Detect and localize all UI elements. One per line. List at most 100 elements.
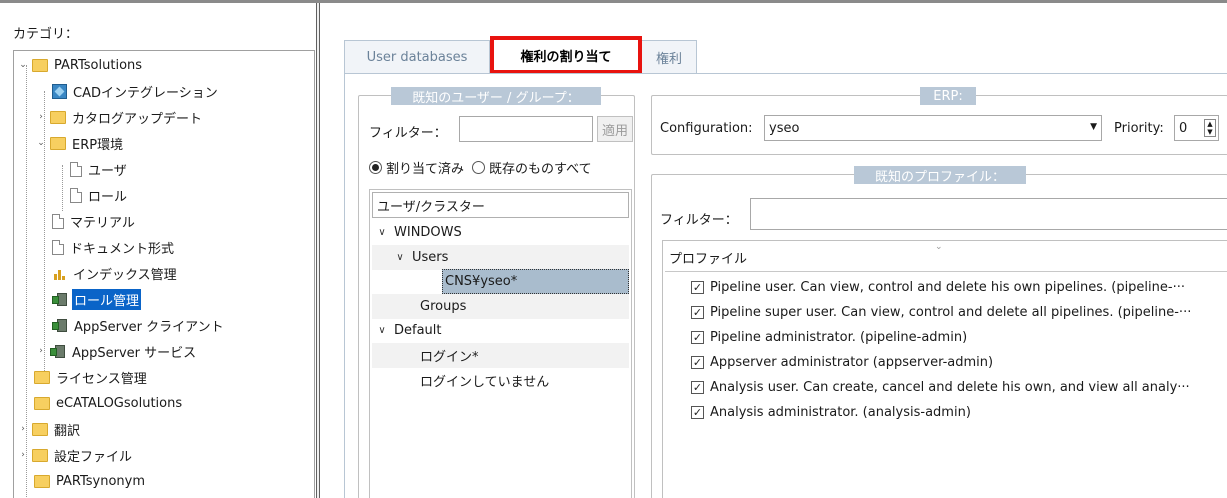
radio-unselected-icon xyxy=(472,161,486,174)
chevron-down-icon[interactable]: ∨ xyxy=(394,252,406,263)
profile-row[interactable]: ✓ Pipeline super user. Can view, control… xyxy=(691,300,1191,324)
tree-item-role[interactable]: ロール xyxy=(70,182,129,208)
group-title: 既知のプロファイル： xyxy=(854,166,1026,185)
tree-item-appserver-service[interactable]: › AppServer サービス xyxy=(36,338,198,364)
tree-item-catalog-update[interactable]: › カタログアップデート xyxy=(36,104,204,130)
profile-row[interactable]: ✓ Appserver administrator (appserver-adm… xyxy=(691,350,993,374)
tree-item-label: ロール管理 xyxy=(72,288,142,310)
tree-node-login[interactable]: ログイン* xyxy=(372,343,629,368)
tab-user-databases[interactable]: User databases xyxy=(344,40,490,73)
checkbox-checked-icon[interactable]: ✓ xyxy=(691,305,704,319)
cad-icon xyxy=(52,83,67,99)
chevron-right-icon[interactable]: › xyxy=(18,450,28,460)
configuration-select[interactable]: yseo ▼ xyxy=(764,115,1102,141)
radio-all-label: 既存のものすべて xyxy=(489,162,592,177)
folder-icon xyxy=(32,58,48,72)
category-label: カテゴリ： xyxy=(13,27,79,42)
checkbox-checked-icon[interactable]: ✓ xyxy=(691,405,704,419)
tree-item-material[interactable]: マテリアル xyxy=(52,208,137,234)
tree-item-config-files[interactable]: › 設定ファイル xyxy=(18,442,134,468)
folder-icon xyxy=(34,474,50,488)
priority-value: 0 xyxy=(1179,120,1188,136)
tree-item-translation[interactable]: › 翻訳 xyxy=(18,416,82,442)
tree-item-label: AppServer サービス xyxy=(72,345,197,361)
profile-row[interactable]: ✓ Analysis administrator. (analysis-admi… xyxy=(691,400,971,424)
profiles-filter-input[interactable] xyxy=(750,198,1227,230)
tree-item-erp-environment[interactable]: ⌄ ERP環境 xyxy=(36,130,125,156)
tree-item-label: ERP環境 xyxy=(72,137,124,153)
checkbox-checked-icon[interactable]: ✓ xyxy=(691,280,704,294)
known-users-group: 既知のユーザー / グループ： フィルター： 適用 割り当て済み 既存のものすべ… xyxy=(358,87,635,498)
tree-item-label: インデックス管理 xyxy=(73,267,177,283)
tree-item-label: eCATALOGsolutions xyxy=(56,395,183,411)
sort-chevron-icon: ⌄ xyxy=(935,242,943,252)
profile-label: Pipeline super user. Can view, control a… xyxy=(710,304,1192,320)
tree-item-partsynonym[interactable]: PARTsynonym xyxy=(34,468,147,494)
tree-item-label: ライセンス管理 xyxy=(56,371,147,387)
tree-item-label: PARTsolutions xyxy=(54,57,143,73)
users-filter-label: フィルター： xyxy=(369,126,447,141)
tree-node-windows[interactable]: ∨ WINDOWS xyxy=(376,220,461,245)
chevron-right-icon[interactable]: › xyxy=(36,346,46,356)
tree-item-index-management[interactable]: インデックス管理 xyxy=(52,260,179,286)
dropdown-arrow-icon[interactable]: ▼ xyxy=(1090,122,1097,132)
role-icon xyxy=(52,292,68,307)
priority-spinner[interactable]: 0 ▲ ▼ xyxy=(1174,115,1219,141)
assignment-radio-group: 割り当て済み 既存のものすべて xyxy=(369,158,592,177)
tree-node-label: Groups xyxy=(420,299,467,314)
tree-node-not-logged-in[interactable]: ログインしていません xyxy=(420,368,549,393)
users-tree-list[interactable]: ユーザ/クラスター ∨ WINDOWS ∨ Users CNS¥yseo* Gr… xyxy=(369,189,632,498)
tab-rights-assignment[interactable]: 権利の割り当て xyxy=(490,36,642,74)
tree-node-groups[interactable]: Groups xyxy=(372,294,629,319)
tab-rights[interactable]: 権利 xyxy=(641,40,697,73)
tree-item-partsolutions[interactable]: ⌄ PARTsolutions xyxy=(18,52,144,78)
tree-item-document-format[interactable]: ドキュメント形式 xyxy=(52,234,176,260)
folder-icon xyxy=(32,448,48,462)
profiles-header-label: プロファイル xyxy=(669,252,748,267)
category-tree[interactable]: ⌄ PARTsolutions CADインテグレーション › カタログアップデー… xyxy=(13,50,315,498)
tree-node-users[interactable]: ∨ Users xyxy=(372,245,629,270)
tree-node-default[interactable]: ∨ Default xyxy=(376,318,441,343)
role-icon xyxy=(52,318,68,333)
checkbox-checked-icon[interactable]: ✓ xyxy=(691,355,704,369)
configuration-label: Configuration: xyxy=(660,121,753,136)
profile-label: Analysis user. Can create, cancel and de… xyxy=(710,379,1190,395)
profile-row[interactable]: ✓ Pipeline administrator. (pipeline-admi… xyxy=(691,325,967,349)
tree-item-license-management[interactable]: ライセンス管理 xyxy=(34,364,149,390)
spinner-arrows-icon[interactable]: ▲ ▼ xyxy=(1204,119,1216,137)
chevron-down-icon[interactable]: ⌄ xyxy=(36,138,46,148)
checkbox-checked-icon[interactable]: ✓ xyxy=(691,380,704,394)
profile-label: Analysis administrator. (analysis-admin) xyxy=(710,404,971,420)
tree-node-user-cns-yseo[interactable]: CNS¥yseo* xyxy=(442,269,629,294)
main-area: User databases 権利 権利の割り当て 既知のユーザー / グループ… xyxy=(320,3,1227,498)
users-list-header: ユーザ/クラスター xyxy=(372,192,629,218)
profile-row[interactable]: ✓ Pipeline user. Can view, control and d… xyxy=(691,275,1185,299)
erp-group: ERP: Configuration: yseo ▼ Priority: 0 ▲… xyxy=(651,87,1227,155)
group-title: 既知のユーザー / グループ： xyxy=(391,87,601,106)
document-icon xyxy=(52,239,64,255)
tree-item-user[interactable]: ユーザ xyxy=(70,156,129,182)
chevron-down-icon[interactable]: ∨ xyxy=(376,227,388,238)
profile-row[interactable]: ✓ Analysis user. Can create, cancel and … xyxy=(691,375,1190,399)
tree-item-label: CADインテグレーション xyxy=(73,85,218,101)
chevron-right-icon[interactable]: › xyxy=(18,424,28,434)
configuration-value: yseo xyxy=(769,120,800,136)
profiles-filter-label: フィルター： xyxy=(660,213,738,228)
tree-item-role-management[interactable]: ロール管理 xyxy=(52,286,142,312)
document-icon xyxy=(52,213,64,229)
tree-item-ecatalogsolutions[interactable]: eCATALOGsolutions xyxy=(34,390,184,416)
chevron-down-icon[interactable]: ⌄ xyxy=(18,60,28,70)
tree-item-cad-integration[interactable]: CADインテグレーション xyxy=(52,78,220,104)
checkbox-checked-icon[interactable]: ✓ xyxy=(691,330,704,344)
tree-item-appserver-client[interactable]: AppServer クライアント xyxy=(52,312,226,338)
radio-all[interactable]: 既存のものすべて xyxy=(472,158,592,177)
radio-assigned[interactable]: 割り当て済み xyxy=(369,158,464,177)
chevron-down-icon[interactable]: ∨ xyxy=(376,325,388,336)
profiles-list[interactable]: プロファイル ⌄ ✓ Pipeline user. Can view, cont… xyxy=(662,240,1227,498)
chevron-right-icon[interactable]: › xyxy=(36,112,46,122)
folder-icon xyxy=(34,370,50,384)
tree-node-label: ログイン* xyxy=(420,350,479,365)
folder-icon xyxy=(34,396,50,410)
apply-button[interactable]: 適用 xyxy=(597,116,633,142)
users-filter-input[interactable] xyxy=(459,116,593,142)
